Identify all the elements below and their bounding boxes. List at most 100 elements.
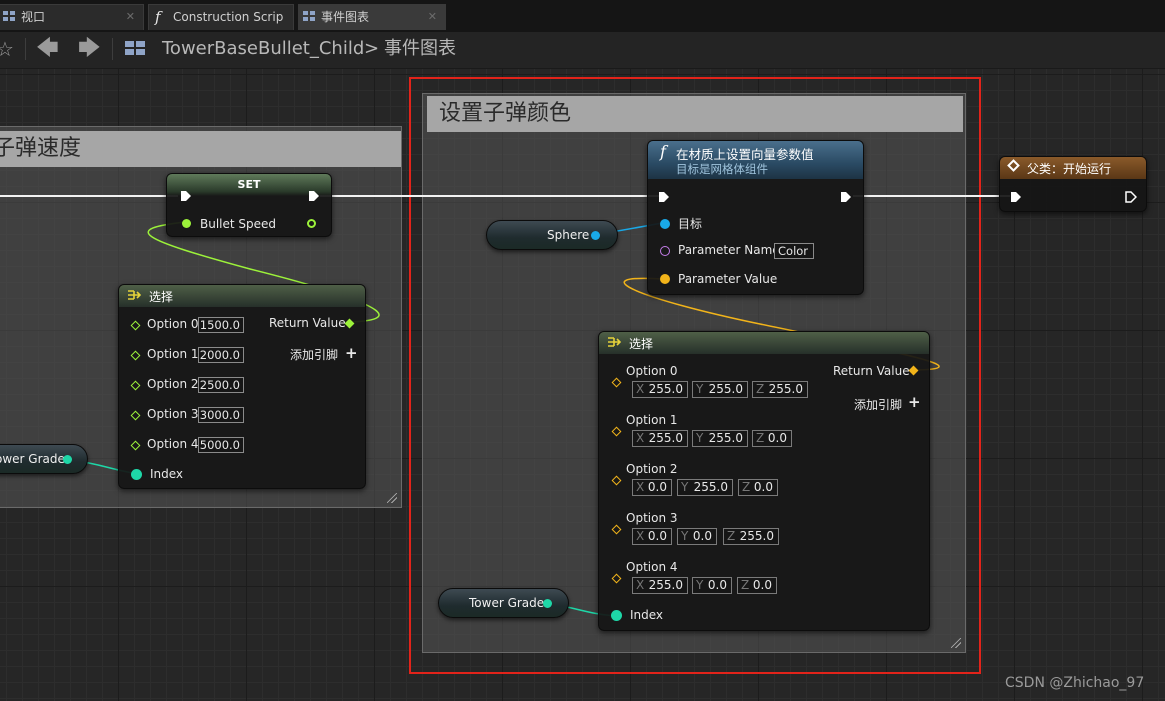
node-title: 选择 xyxy=(149,290,174,304)
return-value-pin[interactable] xyxy=(344,318,355,329)
option-label: Option 3 xyxy=(626,511,678,525)
option-pin[interactable] xyxy=(611,377,622,388)
option-pin[interactable] xyxy=(130,380,141,391)
option-row: Option 2 X 0.0 Y 255.0 Z 0.0 xyxy=(599,460,929,504)
exec-in-pin[interactable] xyxy=(1010,191,1022,203)
option-label: Option 1 xyxy=(147,347,199,361)
option-value-field[interactable]: 5000.0 xyxy=(198,437,244,453)
z-field[interactable]: Z 255.0 xyxy=(723,528,779,545)
close-icon[interactable]: ✕ xyxy=(126,5,135,29)
index-pin[interactable] xyxy=(611,610,622,621)
z-field[interactable]: Z 255.0 xyxy=(752,381,808,398)
node-title: 父类：开始运行 xyxy=(1027,162,1112,176)
add-pin-label[interactable]: 添加引脚 xyxy=(290,348,338,362)
index-label: Index xyxy=(150,467,184,481)
x-field[interactable]: X 255.0 xyxy=(632,577,688,594)
option-label: Option 2 xyxy=(147,377,199,391)
back-arrow-icon[interactable]: 🡄 xyxy=(36,36,59,62)
z-field[interactable]: Z 0.0 xyxy=(752,430,792,447)
y-field[interactable]: Y 255.0 xyxy=(677,479,733,496)
parameter-name-field[interactable]: Color xyxy=(774,243,814,259)
y-field[interactable]: Y 255.0 xyxy=(692,381,748,398)
option-label: Option 0 xyxy=(147,317,199,331)
tab-viewport[interactable]: 视口 ✕ xyxy=(0,4,144,30)
function-icon: f xyxy=(155,8,161,26)
pin-label: Bullet Speed xyxy=(200,217,277,231)
option-pin[interactable] xyxy=(611,573,622,584)
watermark: CSDN @Zhichao_97 xyxy=(1005,675,1145,691)
parameter-value-label: Parameter Value xyxy=(678,272,778,286)
exec-in-pin[interactable] xyxy=(658,191,670,203)
x-field[interactable]: X 255.0 xyxy=(632,430,688,447)
graph-toolbar: ☆ 🡄 🡆 TowerBaseBullet_Child > 事件图表 xyxy=(0,32,1165,69)
option-label: Option 2 xyxy=(626,462,678,476)
breadcrumb-blueprint[interactable]: TowerBaseBullet_Child xyxy=(162,38,364,60)
option-value-field[interactable]: 2000.0 xyxy=(198,347,244,363)
option-pin[interactable] xyxy=(130,410,141,421)
name-pin[interactable] xyxy=(660,246,670,256)
target-label: 目标 xyxy=(678,217,703,231)
add-pin-icon[interactable]: + xyxy=(345,346,358,361)
tower-grade-variable-node[interactable]: ower Grade xyxy=(0,444,88,474)
node-subtitle: 目标是网格体组件 xyxy=(676,162,768,176)
option-value-field[interactable]: 3000.0 xyxy=(198,407,244,423)
star-icon[interactable]: ☆ xyxy=(0,36,14,62)
set-vector-parameter-node[interactable]: f 在材质上设置向量参数值 目标是网格体组件 目标 Parameter Name… xyxy=(647,140,864,295)
select-color-node[interactable]: 选择 Return Value 添加引脚 + Option 0 X 255.0 Y… xyxy=(598,331,930,631)
z-field[interactable]: Z 0.0 xyxy=(738,479,778,496)
tab-event-graph[interactable]: 事件图表 ✕ xyxy=(298,4,446,30)
graph-canvas[interactable]: 子弹速度 设置子弹颜色 SET Bullet Speed 选择 Option 0… xyxy=(0,69,1165,701)
struct-pin[interactable] xyxy=(660,274,670,284)
float-output-pin[interactable] xyxy=(307,219,316,228)
target-pin[interactable] xyxy=(660,219,670,229)
forward-arrow-icon[interactable]: 🡆 xyxy=(78,36,101,62)
option-label: Option 4 xyxy=(626,560,678,574)
event-icon xyxy=(1007,159,1020,172)
int-output-pin[interactable] xyxy=(63,455,72,464)
node-title: 选择 xyxy=(629,337,654,351)
parameter-name-label: Parameter Name xyxy=(678,243,780,257)
grid-icon xyxy=(3,11,16,22)
tab-bar: 视口 ✕ f Construction Scrip 事件图表 ✕ xyxy=(0,0,1165,32)
option-pin[interactable] xyxy=(611,426,622,437)
blueprint-grid-icon xyxy=(125,41,147,57)
y-field[interactable]: Y 0.0 xyxy=(692,577,732,594)
option-value-field[interactable]: 1500.0 xyxy=(198,317,244,333)
index-pin[interactable] xyxy=(131,469,142,480)
set-bullet-speed-node[interactable]: SET Bullet Speed xyxy=(166,173,332,237)
z-field[interactable]: Z 0.0 xyxy=(737,577,777,594)
x-field[interactable]: X 0.0 xyxy=(632,528,672,545)
x-field[interactable]: X 255.0 xyxy=(632,381,688,398)
float-input-pin[interactable] xyxy=(182,219,191,228)
option-label: Option 3 xyxy=(147,407,199,421)
sphere-variable-node[interactable]: Sphere xyxy=(486,220,618,250)
tower-grade-variable-node[interactable]: Tower Grade xyxy=(438,588,569,618)
option-pin[interactable] xyxy=(611,524,622,535)
option-row: Option 1 X 255.0 Y 255.0 Z 0.0 xyxy=(599,411,929,455)
option-label: Option 1 xyxy=(626,413,678,427)
option-pin[interactable] xyxy=(130,350,141,361)
exec-in-pin[interactable] xyxy=(180,190,192,202)
int-output-pin[interactable] xyxy=(543,599,552,608)
parent-begin-play-node[interactable]: 父类：开始运行 xyxy=(999,156,1147,212)
y-field[interactable]: Y 255.0 xyxy=(692,430,748,447)
select-icon xyxy=(608,337,621,347)
object-output-pin[interactable] xyxy=(591,231,600,240)
select-icon xyxy=(128,290,141,300)
option-pin[interactable] xyxy=(130,320,141,331)
exec-out-pin[interactable] xyxy=(840,191,852,203)
x-field[interactable]: X 0.0 xyxy=(632,479,672,496)
breadcrumb-graph[interactable]: 事件图表 xyxy=(384,38,456,60)
tab-construction-script[interactable]: f Construction Scrip xyxy=(148,4,294,30)
option-pin[interactable] xyxy=(611,475,622,486)
option-value-field[interactable]: 2500.0 xyxy=(198,377,244,393)
exec-out-pin[interactable] xyxy=(308,190,320,202)
exec-out-pin[interactable] xyxy=(1125,191,1137,203)
return-value-label: Return Value xyxy=(269,316,346,330)
select-speed-node[interactable]: 选择 Option 0 1500.0 Option 1 2000.0 Optio… xyxy=(118,284,366,489)
breadcrumb-separator: > xyxy=(364,38,380,59)
option-pin[interactable] xyxy=(130,440,141,451)
y-field[interactable]: Y 0.0 xyxy=(677,528,717,545)
grid-icon xyxy=(303,11,316,22)
close-icon[interactable]: ✕ xyxy=(428,5,437,29)
